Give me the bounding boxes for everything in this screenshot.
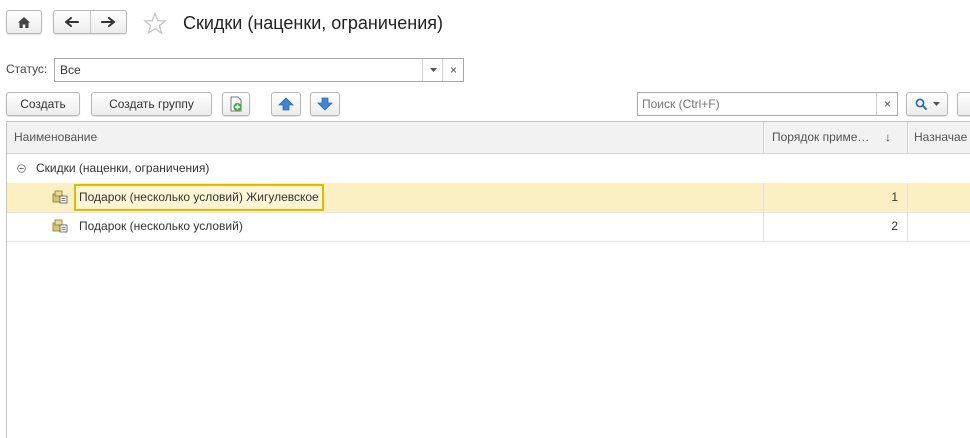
discount-item-icon <box>52 190 68 204</box>
create-group-button-label: Создать группу <box>109 97 194 111</box>
column-divider <box>763 122 764 153</box>
table-row[interactable]: Подарок (несколько условий) 2 <box>7 212 970 242</box>
search-icon <box>915 98 927 110</box>
status-value: Все <box>60 63 81 77</box>
create-button-label: Создать <box>20 97 66 111</box>
create-button[interactable]: Создать <box>6 92 80 116</box>
status-dropdown-button[interactable] <box>422 59 443 81</box>
discounts-table: Наименование Порядок приме… ↓ Назначае С… <box>6 121 970 438</box>
collapse-icon[interactable] <box>17 164 26 173</box>
search-options-button[interactable] <box>906 92 948 116</box>
arrow-left-icon <box>64 17 79 27</box>
table-row-group[interactable]: Скидки (наценки, ограничения) <box>7 154 970 184</box>
create-group-button[interactable]: Создать группу <box>91 92 212 116</box>
column-divider <box>907 212 908 241</box>
back-button[interactable] <box>54 11 90 33</box>
arrow-down-icon <box>317 97 333 111</box>
home-icon <box>18 16 30 28</box>
page-title: Скидки (наценки, ограничения) <box>183 13 444 33</box>
sort-descending-icon: ↓ <box>885 130 891 144</box>
copy-add-button[interactable] <box>222 92 250 116</box>
close-icon: × <box>449 63 457 77</box>
chevron-down-icon <box>429 68 437 72</box>
search-clear-button[interactable]: × <box>876 93 898 115</box>
table-header: Наименование Порядок приме… ↓ Назначае <box>7 122 970 154</box>
add-document-icon <box>230 96 242 112</box>
more-button[interactable] <box>957 92 970 116</box>
group-label: Скидки (наценки, ограничения) <box>36 161 210 175</box>
discount-item-icon <box>52 219 68 233</box>
search-input[interactable] <box>638 93 874 115</box>
star-icon[interactable] <box>143 12 167 35</box>
table-row[interactable]: Подарок (несколько условий) Жигулевское … <box>7 183 970 213</box>
status-clear-button[interactable]: × <box>442 59 464 81</box>
history-nav <box>53 10 127 34</box>
column-header-name[interactable]: Наименование <box>14 122 754 153</box>
column-divider <box>763 212 764 241</box>
move-up-button[interactable] <box>271 92 301 116</box>
row-name-cell[interactable]: Подарок (несколько условий) Жигулевское <box>74 184 324 211</box>
column-divider <box>763 183 764 212</box>
row-name: Подарок (несколько условий) <box>79 219 243 233</box>
column-divider <box>907 183 908 212</box>
chevron-down-icon <box>932 102 940 106</box>
search-field: × <box>637 92 898 116</box>
close-icon: × <box>883 97 891 111</box>
row-order: 2 <box>891 219 898 233</box>
move-down-button[interactable] <box>310 92 340 116</box>
column-divider <box>907 122 908 153</box>
column-header-order[interactable]: Порядок приме… <box>772 122 882 153</box>
status-label: Статус: <box>6 62 48 76</box>
arrow-right-icon <box>101 17 116 27</box>
row-order: 1 <box>891 190 898 204</box>
home-button[interactable] <box>6 10 42 34</box>
column-header-assigned[interactable]: Назначае <box>914 122 970 153</box>
arrow-up-icon <box>278 97 294 111</box>
row-name: Подарок (несколько условий) Жигулевское <box>79 190 319 204</box>
status-select[interactable]: Все × <box>54 58 464 82</box>
forward-button[interactable] <box>89 11 127 33</box>
